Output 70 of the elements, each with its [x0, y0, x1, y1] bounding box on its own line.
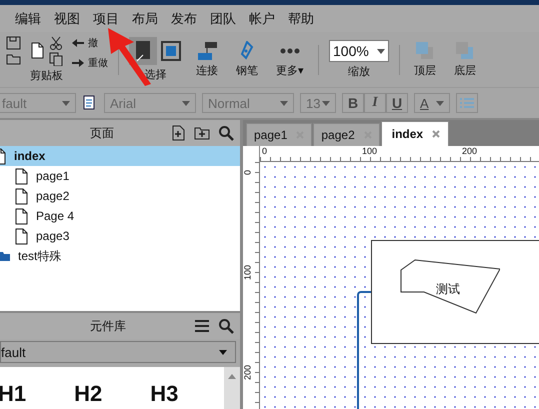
add-page-icon[interactable]: [170, 125, 186, 141]
scrollbar[interactable]: [224, 367, 240, 409]
search-icon[interactable]: [218, 318, 234, 334]
layer-button[interactable]: 顶层: [414, 63, 436, 78]
heading-widget[interactable]: H3: [150, 381, 178, 409]
ruler-label: 200: [244, 364, 252, 382]
ruler-label: 200: [462, 146, 478, 156]
menu-item[interactable]: 发布: [171, 10, 197, 28]
tool-button[interactable]: 钢笔: [236, 63, 258, 78]
rectangle-shape[interactable]: 测试: [371, 240, 539, 344]
tab[interactable]: index: [380, 121, 450, 146]
tab[interactable]: page2: [313, 123, 380, 146]
connector-icon[interactable]: [197, 41, 217, 61]
menu-item[interactable]: 帮助: [288, 10, 314, 28]
page-item[interactable]: test特殊: [0, 246, 240, 266]
copy-icon[interactable]: [49, 52, 63, 66]
text-color-dropdown[interactable]: A: [414, 93, 450, 113]
save-icon[interactable]: [6, 36, 22, 50]
tool-button[interactable]: 更多▾: [276, 63, 304, 78]
add-folder-icon[interactable]: [194, 125, 210, 141]
heading-widget[interactable]: H2: [74, 381, 102, 409]
cut-icon[interactable]: [49, 36, 63, 50]
ruler-label: 100: [362, 146, 378, 156]
bold-button[interactable]: B: [342, 93, 364, 113]
search-icon[interactable]: [218, 125, 234, 141]
select-box-icon[interactable]: [160, 40, 182, 62]
page-item[interactable]: index: [0, 146, 240, 166]
ruler-label: 0: [262, 146, 268, 156]
panel-title: 元件库: [90, 318, 126, 334]
undo-button[interactable]: 撤: [88, 36, 98, 50]
tool-button[interactable]: 连接: [196, 63, 218, 78]
menu-item[interactable]: 项目: [93, 10, 119, 28]
layer-button[interactable]: 底层: [454, 63, 476, 78]
select-tool-icon[interactable]: [129, 37, 157, 65]
shape-label: 测试: [436, 281, 460, 298]
page-item[interactable]: page2: [0, 186, 240, 206]
select-label: 选择: [144, 68, 166, 82]
page-icon[interactable]: [14, 228, 28, 244]
document-icon[interactable]: [30, 42, 46, 60]
redo-icon[interactable]: [71, 57, 85, 69]
ruler-label: 100: [244, 264, 252, 282]
menu-icon[interactable]: [194, 318, 210, 334]
undo-icon[interactable]: [71, 37, 85, 49]
close-icon[interactable]: [432, 130, 440, 138]
list-icon: [459, 97, 475, 109]
clipboard-label: 剪贴板: [30, 68, 63, 83]
library-dropdown[interactable]: fault: [0, 341, 236, 363]
page-icon[interactable]: [14, 208, 28, 224]
page-item[interactable]: Page 4: [0, 206, 240, 226]
zoom-dropdown[interactable]: 100%: [329, 40, 389, 62]
zoom-label: 缩放: [348, 64, 370, 79]
folder-icon[interactable]: [0, 251, 10, 261]
menu-item[interactable]: 帐户: [249, 10, 275, 28]
menu-item[interactable]: 团队: [210, 10, 236, 28]
menu-item[interactable]: 布局: [132, 10, 158, 28]
underline-button[interactable]: U: [386, 93, 408, 113]
scroll-up-icon[interactable]: [228, 373, 236, 379]
menu-item[interactable]: 视图: [54, 10, 80, 28]
folder-icon[interactable]: [6, 52, 22, 66]
page-item[interactable]: page1: [0, 166, 240, 186]
polygon-shape[interactable]: [400, 259, 500, 314]
italic-button[interactable]: I: [364, 93, 386, 113]
page-icon[interactable]: [14, 188, 28, 204]
menu-item[interactable]: 编辑: [15, 10, 41, 28]
tab[interactable]: page1: [246, 123, 312, 146]
panel-title: 页面: [90, 124, 114, 142]
ruler-label: 0: [244, 169, 252, 178]
redo-button[interactable]: 重做: [88, 56, 108, 70]
page-item[interactable]: page3: [0, 226, 240, 246]
page-icon[interactable]: [14, 168, 28, 184]
